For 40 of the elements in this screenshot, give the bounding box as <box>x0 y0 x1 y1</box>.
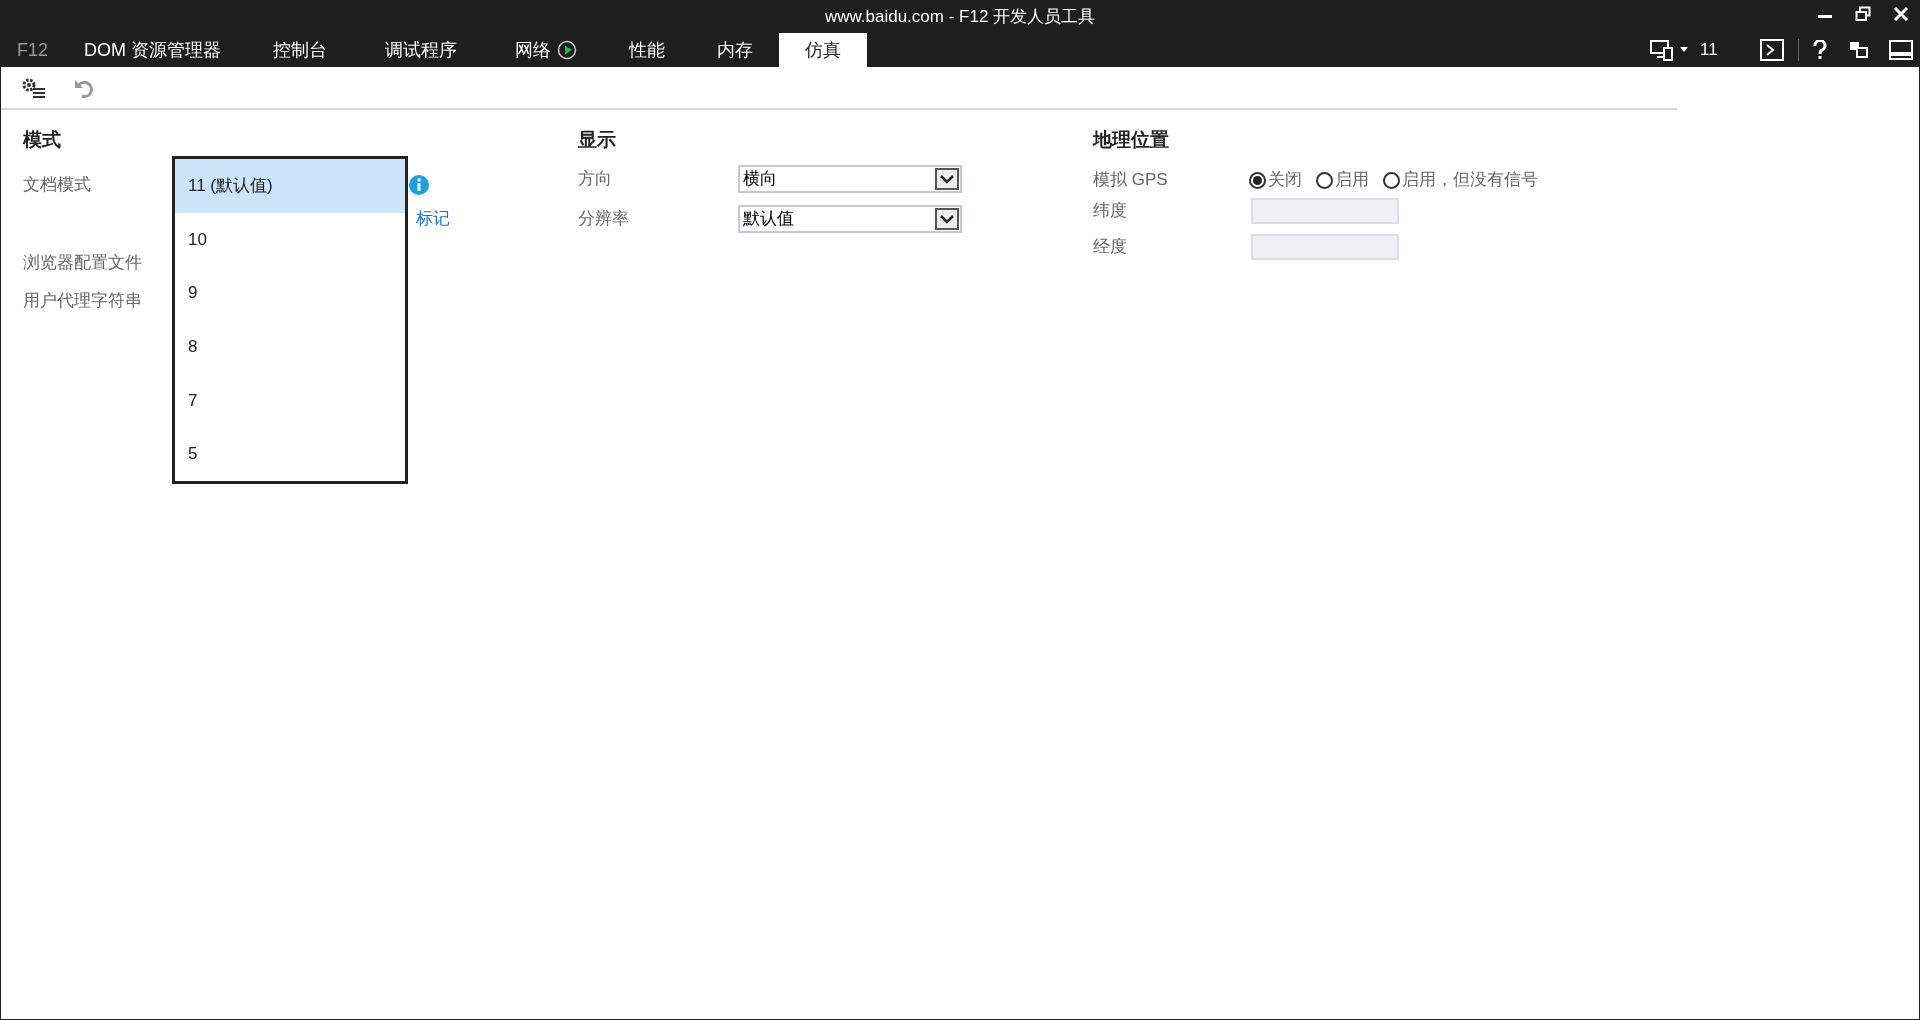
console-icon[interactable] <box>1760 39 1784 61</box>
dropdown-option[interactable]: 10 <box>175 212 405 267</box>
dropdown-option[interactable]: 11 (默认值) <box>175 159 405 213</box>
help-icon[interactable] <box>1813 40 1827 60</box>
dropdown-option[interactable]: 7 <box>175 373 405 428</box>
field-label: 浏览器配置文件 <box>23 252 142 275</box>
info-icon[interactable] <box>408 174 430 196</box>
app-label: F12 <box>17 38 49 62</box>
section-heading: 地理位置 <box>1093 128 1170 152</box>
dropdown-option[interactable]: 5 <box>175 427 405 482</box>
field-label: 纬度 <box>1093 200 1128 223</box>
radio-option[interactable]: 启用 <box>1316 167 1369 193</box>
play-icon[interactable] <box>557 40 578 60</box>
document-mode-indicator[interactable]: 11 <box>1700 37 1760 63</box>
devices-icon[interactable] <box>1650 39 1676 61</box>
dropdown-option[interactable]: 9 <box>175 266 405 320</box>
field-label: 文档模式 <box>23 174 91 197</box>
section-heading: 显示 <box>578 128 617 152</box>
caret-icon[interactable] <box>1680 47 1688 53</box>
chevron-down-icon[interactable] <box>940 214 954 224</box>
field-label: 分辨率 <box>578 208 630 231</box>
field-label: 模拟 GPS <box>1093 169 1169 192</box>
link[interactable]: 标记 <box>416 206 450 232</box>
window-title: www.baidu.com - F12 开发人员工具 <box>824 5 1096 28</box>
field-label: 方向 <box>578 168 613 191</box>
section-heading: 模式 <box>23 128 62 152</box>
field-label: 用户代理字符串 <box>23 290 142 313</box>
restore-icon[interactable] <box>1855 6 1871 22</box>
select-field[interactable]: 横向 <box>738 165 962 193</box>
tab[interactable]: 仿真 <box>779 33 868 67</box>
dock-icon[interactable] <box>1889 40 1913 60</box>
chevron-down-icon[interactable] <box>940 174 954 184</box>
radio-option[interactable]: 关闭 <box>1249 167 1302 193</box>
close-icon[interactable] <box>1893 6 1909 22</box>
radio-option[interactable]: 启用，但没有信号 <box>1383 167 1538 193</box>
select-field[interactable]: 默认值 <box>738 205 962 233</box>
field-label: 经度 <box>1093 236 1128 259</box>
settings-icon[interactable] <box>21 76 47 99</box>
windows-icon[interactable] <box>1849 41 1869 59</box>
dropdown-option[interactable]: 8 <box>175 320 405 374</box>
